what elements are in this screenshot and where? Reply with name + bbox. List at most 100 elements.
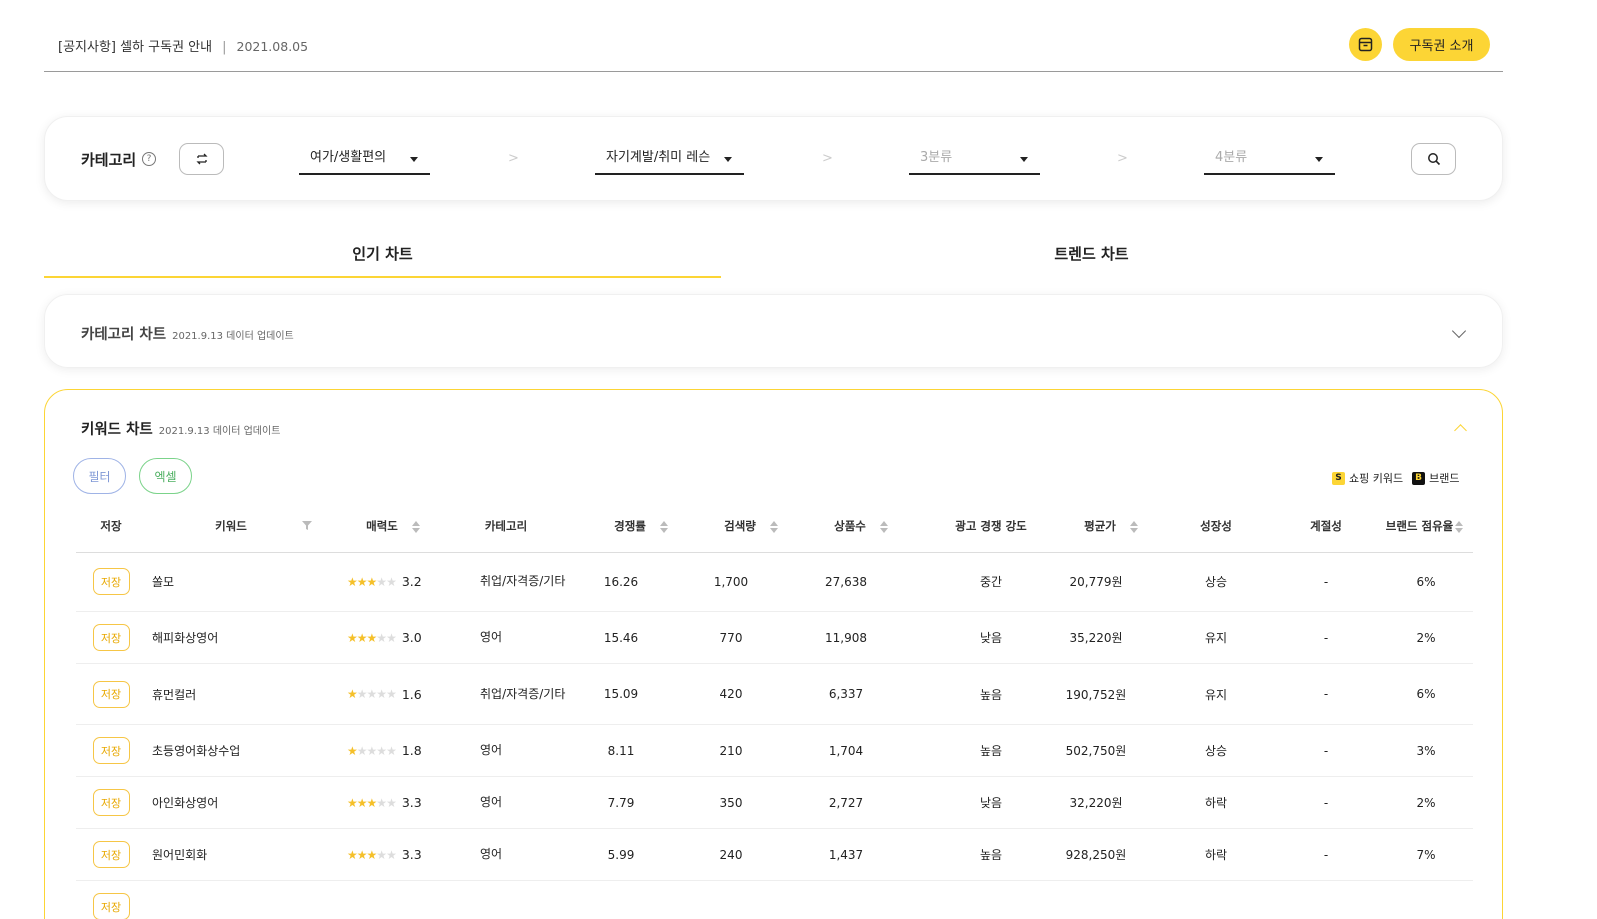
competition-cell: 5.99 bbox=[607, 847, 635, 862]
column-label: 브랜드 점유율 bbox=[1385, 519, 1454, 533]
save-button[interactable]: 저장 bbox=[92, 893, 130, 919]
ad-intensity-cell: 낮음 bbox=[979, 796, 1003, 810]
save-button[interactable]: 저장 bbox=[92, 624, 130, 651]
notice-title[interactable]: [공지사항] 셀하 구독권 안내 bbox=[58, 40, 212, 55]
column-header-competition[interactable]: 경쟁률 bbox=[586, 511, 696, 541]
table-row[interactable]: 저장 해피화상영어 ★★★★★ 3.0 영어 15.46 770 11,908 낮음 35,220… bbox=[76, 612, 1473, 664]
search-button[interactable] bbox=[1411, 143, 1456, 175]
star-icon: ★ bbox=[356, 630, 368, 645]
column-header-product-count[interactable]: 상품수 bbox=[806, 511, 916, 541]
rating-stars: ★★★★★ bbox=[347, 847, 397, 862]
star-icon: ★ bbox=[366, 847, 378, 862]
keyword-cell[interactable]: 휴먼컬러 bbox=[152, 664, 322, 724]
star-icon: ★ bbox=[386, 743, 397, 758]
growth-cell: 유지 bbox=[1204, 687, 1228, 702]
tab-trend-chart[interactable]: 트렌드 차트 bbox=[721, 238, 1462, 278]
keyword-cell[interactable]: 아인화상영어 bbox=[152, 777, 322, 828]
star-icon: ★ bbox=[356, 743, 368, 758]
top-bar: [공지사항] 셀하 구독권 안내 | 2021.08.05 구독권 소개 bbox=[44, 0, 1503, 72]
product-count-cell: 6,337 bbox=[828, 687, 864, 701]
save-button[interactable]: 저장 bbox=[92, 789, 130, 816]
brand-share-cell: 2% bbox=[1416, 795, 1436, 810]
chevron-down-icon bbox=[724, 157, 732, 162]
save-button[interactable]: 저장 bbox=[92, 841, 130, 868]
star-icon: ★ bbox=[386, 687, 397, 701]
growth-cell: 하락 bbox=[1204, 848, 1228, 862]
category-level3-select[interactable]: 3분류 bbox=[909, 143, 1040, 175]
chevron-right-icon: > bbox=[508, 151, 519, 166]
star-icon: ★ bbox=[376, 847, 387, 862]
save-cell: 저장 bbox=[91, 612, 131, 663]
table-row[interactable]: 저장 아인화상영어 ★★★★★ 3.3 영어 7.79 350 2,727 낮음 32,220원 하… bbox=[76, 777, 1473, 829]
category-value: 영어 bbox=[480, 743, 503, 757]
sort-icon[interactable] bbox=[1129, 520, 1138, 533]
column-header-attractiveness[interactable]: 매력도 bbox=[338, 511, 448, 541]
chevron-down-icon[interactable] bbox=[1451, 323, 1467, 339]
ad-intensity-cell: 중간 bbox=[979, 575, 1003, 589]
keyword-cell[interactable]: 원어민회화 bbox=[152, 829, 322, 880]
growth-cell: 유지 bbox=[1204, 631, 1228, 645]
column-label: 저장 bbox=[100, 519, 122, 533]
tab-popular-chart[interactable]: 인기 차트 bbox=[44, 238, 721, 278]
chevron-up-icon[interactable] bbox=[1454, 424, 1467, 437]
table-row[interactable]: 저장 초등영어화상수업 ★★★★★ 1.8 영어 8.11 210 1,704 높음 502,75… bbox=[76, 725, 1473, 777]
star-icon: ★ bbox=[386, 630, 397, 645]
save-button[interactable]: 저장 bbox=[92, 568, 130, 595]
star-icon: ★ bbox=[366, 630, 378, 645]
brand-share-cell: 3% bbox=[1416, 743, 1436, 758]
column-label: 상품수 bbox=[834, 519, 866, 533]
column-header-growth: 성장성 bbox=[1186, 511, 1246, 541]
category-chart-card[interactable]: 카테고리 차트 2021.9.13 데이터 업데이트 bbox=[44, 294, 1503, 368]
keyword-cell[interactable]: 초등영어화상수업 bbox=[152, 725, 322, 776]
seasonality-cell: - bbox=[1323, 795, 1329, 810]
notice-date: 2021.08.05 bbox=[236, 39, 309, 54]
column-label: 경쟁률 bbox=[614, 519, 646, 533]
sort-icon[interactable] bbox=[879, 520, 888, 533]
column-header-brand-share[interactable]: 브랜드 점유율 bbox=[1376, 511, 1473, 541]
category-cell: 취업/자격증/기타 bbox=[480, 664, 570, 724]
help-icon[interactable]: ? bbox=[142, 152, 156, 166]
sort-icon[interactable] bbox=[769, 520, 778, 533]
column-label: 카테고리 bbox=[484, 519, 528, 533]
column-header-search-volume[interactable]: 검색량 bbox=[696, 511, 806, 541]
table-row[interactable]: 저장 휴먼컬러 ★★★★★ 1.6 취업/자격증/기타 15.09 420 6,337 높음 19… bbox=[76, 664, 1473, 725]
ad-intensity-cell: 높음 bbox=[979, 687, 1003, 702]
category-cell: 영어 bbox=[480, 777, 570, 828]
growth-cell: 상승 bbox=[1204, 744, 1228, 758]
category-value: 영어 bbox=[480, 847, 503, 861]
category-level1-select[interactable]: 여가/생활편의 bbox=[299, 143, 430, 175]
seasonality-cell: - bbox=[1323, 743, 1329, 758]
star-icon: ★ bbox=[386, 795, 397, 810]
category-level2-select[interactable]: 자기계발/취미 레슨 bbox=[595, 143, 744, 175]
sort-icon[interactable] bbox=[1455, 520, 1464, 533]
category-value: 영어 bbox=[480, 795, 503, 809]
notice-link[interactable]: [공지사항] 셀하 구독권 안내 | 2021.08.05 bbox=[58, 36, 308, 55]
sort-icon[interactable] bbox=[411, 520, 420, 533]
rating-value: 3.3 bbox=[401, 795, 422, 810]
save-button[interactable]: 저장 bbox=[92, 737, 130, 764]
box-button[interactable] bbox=[1349, 28, 1382, 61]
reset-category-button[interactable] bbox=[179, 143, 224, 175]
star-icon: ★ bbox=[347, 574, 358, 589]
category-filter-card: 카테고리 ? 여가/생활편의 > 자기계발/취미 레슨 > 3분류 > 4분류 bbox=[44, 116, 1503, 201]
table-row[interactable]: 저장 원어민회화 ★★★★★ 3.3 영어 5.99 240 1,437 높음 928,250원 하… bbox=[76, 829, 1473, 881]
filter-icon[interactable] bbox=[302, 521, 312, 530]
category-label: 카테고리 bbox=[81, 151, 137, 169]
excel-button[interactable]: 엑셀 bbox=[139, 458, 192, 494]
save-button[interactable]: 저장 bbox=[92, 680, 130, 708]
star-icon: ★ bbox=[366, 574, 378, 589]
filter-button[interactable]: 필터 bbox=[73, 458, 126, 494]
category-value: 영어 bbox=[480, 630, 503, 644]
subscription-intro-button[interactable]: 구독권 소개 bbox=[1393, 28, 1490, 61]
table-row[interactable]: 저장 bbox=[76, 881, 1473, 919]
avg-price-cell: 190,752원 bbox=[1065, 687, 1127, 702]
table-row[interactable]: 저장 쏠모 ★★★★★ 3.2 취업/자격증/기타 16.26 1,700 27,638 중간 2… bbox=[76, 552, 1473, 612]
category-level4-select[interactable]: 4분류 bbox=[1204, 143, 1335, 175]
keyword-cell[interactable]: 쏠모 bbox=[152, 552, 322, 611]
column-header-avg-price[interactable]: 평균가 bbox=[1056, 511, 1166, 541]
save-cell: 저장 bbox=[91, 829, 131, 880]
search-volume-cell: 1,700 bbox=[713, 574, 749, 589]
rating-stars: ★★★★★ bbox=[347, 630, 397, 645]
keyword-cell[interactable]: 해피화상영어 bbox=[152, 612, 322, 663]
sort-icon[interactable] bbox=[659, 520, 668, 533]
